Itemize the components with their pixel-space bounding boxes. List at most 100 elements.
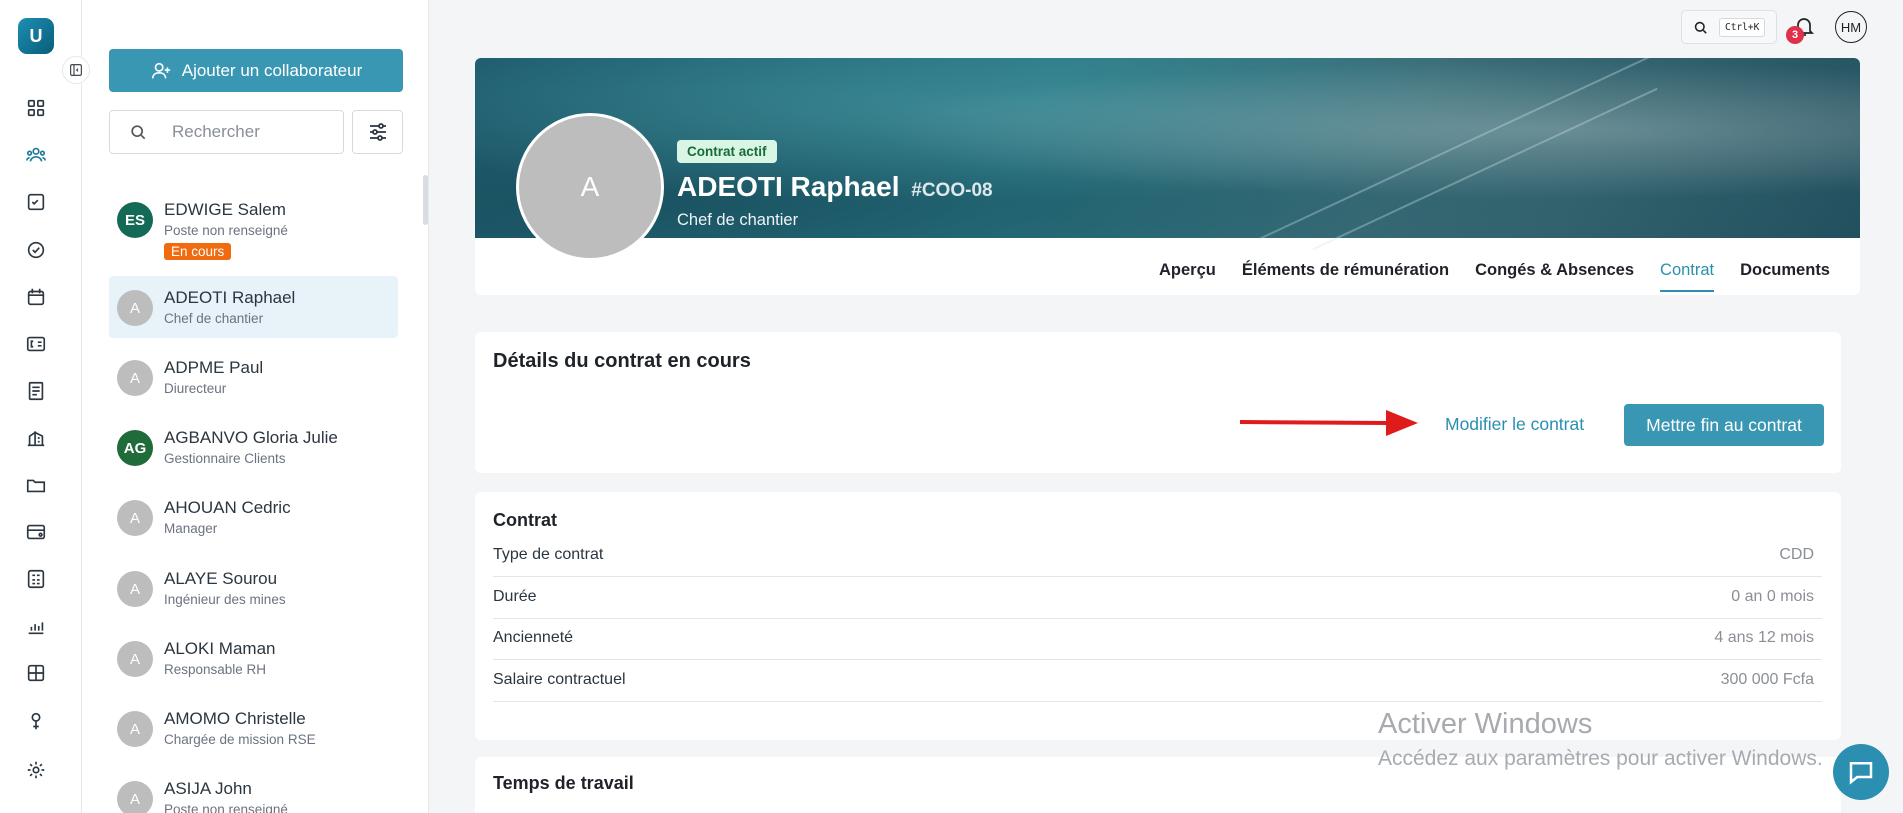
person-role: Chef de chantier	[164, 311, 264, 326]
list-item[interactable]: ES EDWIGE Salem Poste non renseigné En c…	[109, 188, 398, 260]
profile-avatar: A	[516, 113, 664, 261]
person-role: Gestionnaire Clients	[164, 451, 286, 466]
tab-contrat[interactable]: Contrat	[1647, 253, 1727, 292]
row-value: 4 ans 12 mois	[1714, 629, 1814, 646]
person-name: EDWIGE Salem	[164, 200, 286, 219]
dashboard-icon[interactable]	[22, 94, 50, 122]
people-icon[interactable]	[22, 141, 50, 169]
row-label: Salaire contractuel	[493, 671, 626, 688]
person-role: Chargée de mission RSE	[164, 732, 316, 747]
add-collaborator-label: Ajouter un collaborateur	[181, 60, 363, 80]
settings-icon[interactable]	[22, 756, 50, 784]
calendar-icon[interactable]	[22, 283, 50, 311]
banner-decoration	[1312, 87, 1658, 251]
red-arrow-annotation	[1240, 410, 1418, 436]
list-item[interactable]: A AHOUAN Cedric Manager	[109, 486, 398, 548]
user-plus-icon	[151, 62, 170, 78]
document-icon[interactable]	[22, 377, 50, 405]
shortcut-hint: Ctrl+K	[1719, 17, 1766, 37]
list-item[interactable]: A ADPME Paul Diurecteur	[109, 346, 398, 408]
tab-conges[interactable]: Congés & Absences	[1462, 253, 1647, 292]
row-label: Type de contrat	[493, 546, 604, 563]
person-role: Poste non renseigné	[164, 802, 288, 813]
sidebar-toggle-icon	[70, 64, 82, 76]
card-icon[interactable]	[22, 518, 50, 546]
award-icon[interactable]	[22, 707, 50, 735]
folder-icon[interactable]	[22, 471, 50, 499]
avatar: ES	[117, 202, 153, 238]
calculator-icon[interactable]	[22, 565, 50, 593]
list-item[interactable]: A ASIJA John Poste non renseigné	[109, 767, 398, 813]
row-value: CDD	[1779, 546, 1814, 563]
person-name: ALAYE Sourou	[164, 569, 278, 588]
list-item[interactable]: A AMOMO Christelle Chargée de mission RS…	[109, 697, 398, 759]
person-role: Responsable RH	[164, 662, 267, 677]
list-item[interactable]: AG AGBANVO Gloria Julie Gestionnaire Cli…	[109, 416, 398, 478]
contract-status-chip: Contrat actif	[677, 140, 777, 163]
profile-name: ADEOTI Raphael #COO-08	[677, 171, 993, 203]
tasks-icon[interactable]	[22, 188, 50, 216]
profile-role: Chef de chantier	[677, 211, 799, 229]
section-title: Détails du contrat en cours	[493, 350, 751, 372]
table-row: Type de contrat CDD	[493, 536, 1822, 577]
user-avatar[interactable]: HM	[1835, 11, 1867, 43]
people-panel: Ajouter un collaborateur ES EDWIGE Salem…	[82, 0, 429, 813]
sliders-icon	[369, 123, 386, 141]
profile-tabs: Aperçu Éléments de rémunération Congés &…	[1146, 253, 1843, 292]
table-icon[interactable]	[22, 659, 50, 687]
end-contract-button[interactable]: Mettre fin au contrat	[1624, 404, 1824, 446]
person-role: Poste non renseigné	[164, 223, 288, 238]
status-badge: En cours	[164, 243, 232, 260]
person-name: AGBANVO Gloria Julie	[164, 428, 338, 447]
contract-details-card: Détails du contrat en cours	[475, 332, 1841, 473]
list-item[interactable]: A ADEOTI Raphael Chef de chantier	[109, 276, 398, 338]
avatar: A	[117, 290, 153, 326]
tab-remuneration[interactable]: Éléments de rémunération	[1229, 253, 1462, 292]
global-search-button[interactable]: Ctrl+K	[1681, 10, 1777, 44]
avatar: A	[117, 781, 153, 813]
chat-icon	[1849, 762, 1873, 785]
building-icon[interactable]	[22, 424, 50, 452]
person-role: Manager	[164, 521, 218, 536]
row-label: Durée	[493, 588, 537, 605]
collapse-sidebar-button[interactable]	[62, 56, 90, 84]
app-logo[interactable]: U	[18, 18, 54, 54]
chart-icon[interactable]	[22, 612, 50, 640]
person-name: ADEOTI Raphael	[164, 288, 296, 307]
person-name: ALOKI Maman	[164, 639, 276, 658]
tab-documents[interactable]: Documents	[1727, 253, 1843, 292]
person-name: ADPME Paul	[164, 358, 264, 377]
avatar: A	[117, 711, 153, 747]
list-item[interactable]: A ALOKI Maman Responsable RH	[109, 627, 398, 689]
person-role: Ingénieur des mines	[164, 592, 286, 607]
table-row: Salaire contractuel 300 000 Fcfa	[493, 661, 1822, 702]
list-scrollbar[interactable]	[423, 175, 428, 225]
row-value: 300 000 Fcfa	[1720, 671, 1814, 688]
windows-watermark-title: Activer Windows	[1378, 708, 1593, 740]
section-title: Temps de travail	[493, 773, 634, 793]
add-collaborator-button[interactable]: Ajouter un collaborateur	[109, 49, 403, 92]
person-name: AHOUAN Cedric	[164, 498, 291, 517]
section-title: Contrat	[493, 510, 557, 530]
contract-card: Contrat Type de contrat CDD Durée 0 an 0…	[475, 492, 1841, 740]
avatar: A	[117, 500, 153, 536]
profile-name-text: ADEOTI Raphael	[677, 171, 900, 202]
search-box[interactable]	[109, 110, 344, 154]
person-name: ASIJA John	[164, 779, 252, 798]
modify-contract-link[interactable]: Modifier le contrat	[1445, 414, 1584, 435]
row-value: 0 an 0 mois	[1731, 588, 1814, 605]
chat-button[interactable]	[1833, 744, 1889, 800]
search-input[interactable]	[172, 122, 332, 142]
row-label: Ancienneté	[493, 629, 574, 646]
check-circle-icon[interactable]	[22, 236, 50, 264]
icon-rail: U	[0, 0, 82, 813]
avatar: AG	[117, 430, 153, 466]
person-name: AMOMO Christelle	[164, 709, 306, 728]
filter-button[interactable]	[352, 110, 403, 154]
payroll-icon[interactable]	[22, 330, 50, 358]
avatar: A	[117, 571, 153, 607]
search-icon	[131, 125, 146, 140]
list-item[interactable]: A ALAYE Sourou Ingénieur des mines	[109, 557, 398, 619]
tab-apercu[interactable]: Aperçu	[1146, 253, 1229, 292]
person-role: Diurecteur	[164, 381, 227, 396]
